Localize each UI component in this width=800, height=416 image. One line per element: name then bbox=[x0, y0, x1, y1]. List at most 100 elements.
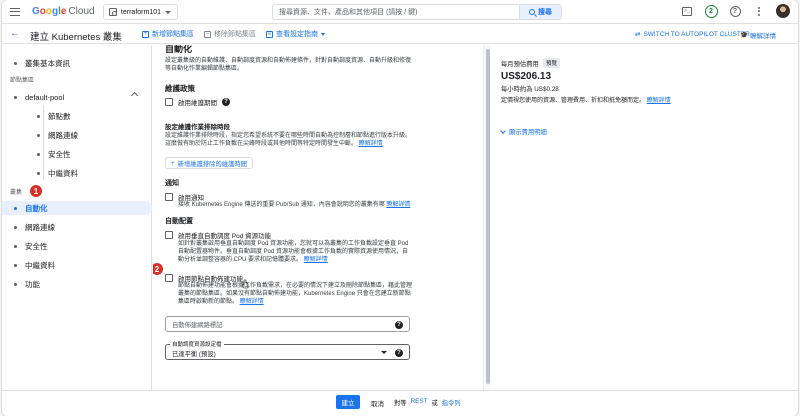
avatar[interactable] bbox=[776, 4, 790, 18]
search-button[interactable]: 搜尋 bbox=[519, 5, 561, 19]
cost-hourly: 每小時約為 US$0.28 bbox=[501, 86, 559, 93]
add-exclusion-button[interactable]: + 新增維護排除的維護時間 bbox=[165, 157, 253, 169]
sidebar-item-features[interactable]: 功能 bbox=[14, 279, 40, 290]
footer-bar: 建立 取消 對等 REST 或 指令列 bbox=[2, 390, 798, 416]
sidebar-item-nodes[interactable]: 節點數 bbox=[37, 111, 71, 122]
chevron-down-icon bbox=[321, 32, 325, 36]
step-marker-2: 2 bbox=[153, 263, 163, 275]
guide-icon: ≡ bbox=[266, 30, 273, 38]
step-marker-1: 1 bbox=[30, 185, 42, 197]
bullet-icon bbox=[14, 283, 17, 286]
sidebar-item-automation[interactable]: 自動化 bbox=[14, 203, 48, 214]
select-floating-label: 自動調度資源設定檔 bbox=[170, 340, 224, 348]
more-vert-icon bbox=[758, 6, 760, 16]
sidebar-item-label: 功能 bbox=[25, 280, 40, 289]
sidebar-group-node-pools: 節點集區 bbox=[10, 78, 35, 84]
cancel-button[interactable]: 取消 bbox=[371, 398, 384, 408]
top-bar: Google Cloud terraform101 搜尋資源、文件、產品和其他項… bbox=[2, 0, 798, 24]
brand-cloud: Cloud bbox=[68, 6, 95, 17]
learn-more-link[interactable]: 瞭解詳情 bbox=[304, 257, 328, 263]
learn-more-link[interactable]: 瞭解詳情 bbox=[386, 202, 410, 208]
help-icon[interactable]: ? bbox=[222, 98, 230, 106]
sidebar-item-pool-metadata[interactable]: 中繼資料 bbox=[37, 168, 78, 179]
main-scrollbar[interactable] bbox=[483, 45, 491, 390]
sidebar-item-pool-networking[interactable]: 網路連線 bbox=[37, 130, 78, 141]
chevron-down-icon bbox=[165, 10, 171, 14]
add-node-pool-button[interactable]: + 新增節點集區 bbox=[142, 29, 194, 39]
checkbox-box[interactable] bbox=[165, 193, 173, 201]
cost-amount: US$206.13 bbox=[501, 71, 552, 82]
sidebar: 叢集基本資訊 節點集區 default-pool 節點數 網路連線 安全性 中繼… bbox=[2, 45, 152, 390]
project-selector[interactable]: terraform101 bbox=[103, 4, 178, 20]
checkbox-label: 啟用垂直自動調度 Pod 資源功能 bbox=[178, 233, 272, 240]
notifications-button[interactable]: 2 bbox=[704, 4, 718, 18]
command-line-link[interactable]: 指令列 bbox=[442, 398, 461, 407]
scrollbar-thumb[interactable] bbox=[486, 49, 490, 384]
sidebar-item-label: 安全性 bbox=[25, 242, 48, 251]
main-content: 自動化 設定叢集級的自動維護、自動調度資源和自動佈建條件，針對自動調度資源、自動… bbox=[153, 45, 483, 390]
checkbox-box[interactable] bbox=[165, 231, 173, 239]
enable-vpa-checkbox[interactable]: 啟用垂直自動調度 Pod 資源功能 bbox=[165, 230, 271, 240]
sidebar-item-networking[interactable]: 網路連線 bbox=[14, 222, 55, 233]
sidebar-item-security[interactable]: 安全性 bbox=[14, 241, 48, 252]
header-actions: + 新增節點集區 – 移除節點集區 ≡ 查看設定指南 bbox=[142, 29, 325, 39]
learn-button[interactable]: 🎓 瞭解詳情 bbox=[740, 30, 776, 40]
search-input[interactable]: 搜尋資源、文件、產品和其他項目 (請按 / 鍵) 搜尋 bbox=[272, 4, 562, 20]
sidebar-item-default-pool[interactable]: default-pool bbox=[14, 93, 64, 102]
nap-text: 節點自動佈建功能會根據工作負載需求，在必要的情況下建立及刪除節點集區，藉此管理叢… bbox=[178, 283, 413, 305]
cost-description: 定價視您使用的資源、管理費用、折扣和抵免額而定。 瞭解詳情 bbox=[501, 97, 676, 105]
maintenance-heading: 維護政策 bbox=[165, 84, 195, 93]
topbar-icons: >_ 2 ? bbox=[680, 4, 790, 18]
switch-autopilot-button[interactable]: ⇄ SWITCH TO AUTOPILOT CLUSTER bbox=[635, 30, 750, 39]
help-icon[interactable]: ? bbox=[395, 320, 403, 329]
cloud-shell-button[interactable]: >_ bbox=[680, 4, 694, 18]
sidebar-item-label: 安全性 bbox=[48, 150, 71, 159]
bullet-icon bbox=[37, 115, 40, 118]
help-icon[interactable]: ? bbox=[395, 348, 403, 357]
help-button[interactable]: ? bbox=[728, 4, 742, 18]
sidebar-group-cluster: 叢集 bbox=[10, 190, 23, 196]
cost-learn-link[interactable]: 瞭解詳情 bbox=[647, 98, 671, 104]
switch-autopilot-label: SWITCH TO AUTOPILOT CLUSTER bbox=[643, 30, 750, 38]
exclusion-heading: 設定維護作業排除時段 bbox=[165, 124, 230, 131]
nap-description: 節點自動佈建功能會根據工作負載需求，在必要的情況下建立及刪除節點集區，藉此管理叢… bbox=[178, 282, 413, 306]
app-window: Google Cloud terraform101 搜尋資源、文件、產品和其他項… bbox=[2, 0, 798, 416]
delete-icon: – bbox=[204, 30, 211, 38]
sidebar-item-cluster-basics[interactable]: 叢集基本資訊 bbox=[14, 58, 70, 69]
page-header: ← 建立 Kubernetes 叢集 + 新增節點集區 – 移除節點集區 ≡ 查… bbox=[2, 24, 798, 44]
create-button[interactable]: 建立 bbox=[336, 395, 360, 409]
school-icon: 🎓 bbox=[740, 32, 749, 39]
notify-description: 接收 Kubernetes Engine 傳送的重要 Pub/Sub 通知，內容… bbox=[178, 201, 413, 209]
sidebar-item-metadata[interactable]: 中繼資料 bbox=[14, 260, 55, 271]
add-node-pool-label: 新增節點集區 bbox=[152, 31, 194, 38]
bullet-icon bbox=[37, 172, 40, 175]
switch-icon: ⇄ bbox=[635, 31, 641, 38]
checkbox-box[interactable] bbox=[165, 98, 173, 106]
view-guide-button[interactable]: ≡ 查看設定指南 bbox=[266, 29, 325, 39]
search-icon bbox=[529, 9, 535, 15]
rest-link[interactable]: REST bbox=[411, 398, 428, 407]
notification-count: 2 bbox=[704, 4, 718, 18]
sidebar-item-pool-security[interactable]: 安全性 bbox=[37, 149, 71, 160]
sidebar-item-label: 網路連線 bbox=[25, 223, 55, 232]
more-options-button[interactable] bbox=[752, 4, 766, 18]
remove-node-pool-label: 移除節點集區 bbox=[214, 31, 256, 38]
learn-more-link[interactable]: 瞭解詳情 bbox=[240, 299, 264, 305]
learn-more-link[interactable]: 瞭解詳情 bbox=[359, 141, 383, 147]
chevron-up-icon[interactable] bbox=[130, 91, 139, 100]
vpa-description: 如針對叢集啟用垂直自動調度 Pod 資源功能，您就可以為叢集的工作負載設定垂直 … bbox=[178, 240, 413, 264]
google-cloud-logo[interactable]: Google Cloud bbox=[32, 6, 95, 17]
terminal-icon: >_ bbox=[682, 6, 692, 16]
enable-maintenance-checkbox[interactable]: 啟用維護期間 ? bbox=[165, 97, 230, 107]
notify-text: 接收 Kubernetes Engine 傳送的重要 Pub/Sub 通知，內容… bbox=[178, 202, 385, 208]
checkbox-box[interactable] bbox=[165, 274, 173, 282]
back-arrow-icon[interactable]: ← bbox=[10, 29, 20, 39]
google-wordmark: Google bbox=[32, 6, 67, 17]
exclusion-description: 設定維護作業排除時段，指定您希望系統不要在哪些時間自動為控制層和節點進行版本升級… bbox=[165, 132, 413, 148]
autoprovision-tags-input[interactable]: 自動佈建網路標記 ? bbox=[165, 316, 410, 332]
menu-icon[interactable] bbox=[10, 8, 20, 16]
remove-node-pool-button[interactable]: – 移除節點集區 bbox=[204, 29, 256, 39]
show-cost-breakdown-button[interactable]: 顯示費用明細 bbox=[500, 127, 547, 136]
equivalent-links: 對等 REST 或 指令列 bbox=[394, 398, 461, 407]
sidebar-item-label: 自動化 bbox=[25, 204, 48, 213]
